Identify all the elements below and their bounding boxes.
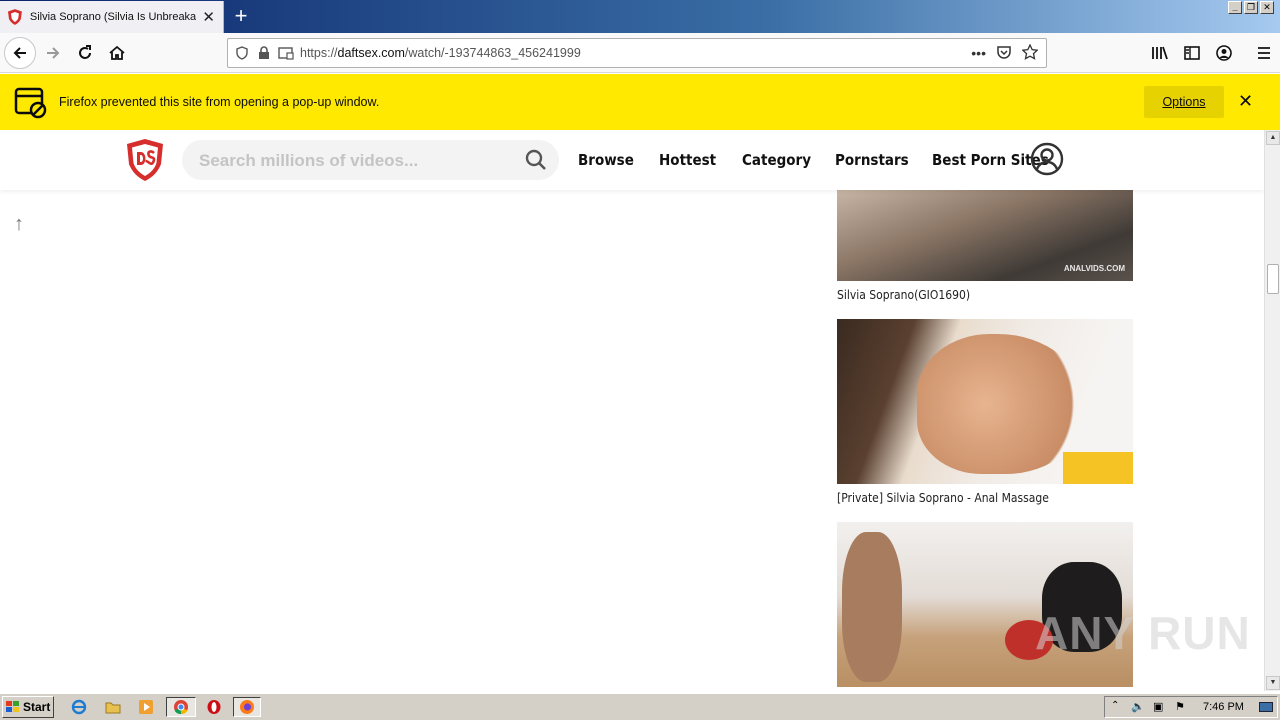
reload-icon — [79, 45, 91, 59]
volume-icon[interactable]: 🔈 — [1131, 700, 1145, 713]
firefox-icon[interactable] — [233, 697, 261, 717]
permissions-icon[interactable] — [278, 45, 294, 61]
popup-options-button[interactable]: Options — [1144, 86, 1224, 118]
back-to-top-arrow[interactable]: ↑ — [14, 213, 24, 236]
scrollbar-thumb[interactable] — [1267, 264, 1279, 294]
video-title[interactable]: [Private] Silvia Soprano - Anal Massage — [837, 491, 1049, 505]
chrome-icon[interactable] — [166, 697, 196, 717]
url-text[interactable]: https://daftsex.com/watch/-193744863_456… — [300, 46, 971, 60]
page-actions-menu-icon[interactable]: ••• — [971, 45, 986, 61]
search-icon[interactable] — [525, 149, 547, 171]
windows-logo-icon — [6, 701, 19, 712]
video-thumbnail[interactable]: ANALVIDS.COM — [837, 190, 1133, 281]
clock: 7:46 PM — [1203, 701, 1244, 713]
anyrun-watermark: ANY RUN — [1035, 607, 1251, 659]
show-desktop-icon[interactable] — [1259, 702, 1273, 712]
video-thumbnail[interactable] — [837, 319, 1133, 484]
window-controls: _ ❐ ✕ — [1228, 1, 1274, 14]
hamburger-menu-icon[interactable] — [1248, 37, 1280, 69]
site-header: Search millions of videos... Browse Hott… — [0, 130, 1264, 190]
scroll-up-arrow-icon[interactable]: ▲ — [1266, 131, 1280, 145]
shield-icon[interactable] — [234, 45, 250, 61]
video-title[interactable]: Silvia Soprano(GIO1690) — [837, 288, 970, 302]
pocket-icon[interactable] — [996, 44, 1012, 63]
browser-titlebar: Silvia Soprano (Silvia Is Unbreakab ✕ + … — [0, 0, 1280, 33]
thumbnail-watermark: ANALVIDS.COM — [1063, 264, 1125, 273]
start-button[interactable]: Start — [2, 696, 54, 718]
close-notification-button[interactable]: ✕ — [1238, 90, 1253, 112]
video-thumbnail[interactable] — [837, 522, 1133, 687]
page-viewport: Search millions of videos... Browse Hott… — [0, 130, 1264, 691]
library-icon[interactable] — [1144, 37, 1176, 69]
popup-blocked-notification: Firefox prevented this site from opening… — [0, 74, 1280, 130]
bookmark-star-icon[interactable] — [1021, 42, 1039, 63]
nav-browse[interactable]: Browse — [578, 151, 634, 169]
search-input[interactable]: Search millions of videos... — [199, 151, 418, 171]
media-player-icon[interactable] — [135, 697, 157, 717]
account-icon[interactable] — [1208, 37, 1240, 69]
tray-expand-icon[interactable]: ⌃ — [1111, 700, 1119, 711]
nav-category[interactable]: Category — [742, 151, 811, 169]
nav-hottest[interactable]: Hottest — [659, 151, 716, 169]
flag-icon[interactable]: ⚑ — [1175, 700, 1185, 713]
address-bar[interactable]: https://daftsex.com/watch/-193744863_456… — [227, 38, 1047, 68]
popup-blocked-icon — [14, 87, 47, 119]
nav-pornstars[interactable]: Pornstars — [835, 151, 909, 169]
sidebar-icon[interactable] — [1176, 37, 1208, 69]
restore-button[interactable]: ❐ — [1244, 1, 1258, 14]
browser-tab[interactable]: Silvia Soprano (Silvia Is Unbreakab ✕ — [0, 1, 224, 33]
forward-button[interactable] — [37, 37, 69, 69]
arrow-right-icon — [47, 47, 60, 59]
minimize-button[interactable]: _ — [1228, 1, 1242, 14]
back-button[interactable] — [4, 37, 36, 69]
video-search[interactable]: Search millions of videos... — [182, 140, 559, 180]
folder-icon[interactable] — [102, 697, 124, 717]
start-label: Start — [23, 700, 51, 714]
home-icon — [109, 45, 125, 60]
arrow-left-icon — [13, 47, 26, 59]
site-logo[interactable] — [126, 138, 164, 182]
reload-button[interactable] — [69, 37, 101, 69]
ie-icon[interactable] — [68, 697, 90, 717]
vertical-scrollbar[interactable]: ▲ ▼ — [1264, 130, 1280, 691]
popup-blocked-message: Firefox prevented this site from opening… — [59, 95, 380, 109]
opera-icon[interactable] — [203, 697, 225, 717]
tab-close-button[interactable]: ✕ — [202, 10, 215, 25]
toolbar-right — [1144, 33, 1280, 73]
close-window-button[interactable]: ✕ — [1260, 1, 1274, 14]
scroll-down-arrow-icon[interactable]: ▼ — [1266, 676, 1280, 690]
navigation-toolbar: https://daftsex.com/watch/-193744863_456… — [0, 33, 1280, 73]
network-icon[interactable]: ▣ — [1153, 700, 1163, 713]
tab-title: Silvia Soprano (Silvia Is Unbreakab — [29, 11, 197, 23]
user-account-icon[interactable] — [1030, 142, 1064, 176]
windows-taskbar: Start ⌃ 🔈 ▣ ⚑ 7:46 PM — [0, 693, 1280, 720]
lock-icon[interactable] — [256, 45, 272, 61]
new-tab-button[interactable]: + — [228, 4, 254, 30]
home-button[interactable] — [101, 37, 133, 69]
system-tray: ⌃ 🔈 ▣ ⚑ 7:46 PM — [1104, 696, 1278, 718]
site-favicon-icon — [8, 9, 22, 25]
